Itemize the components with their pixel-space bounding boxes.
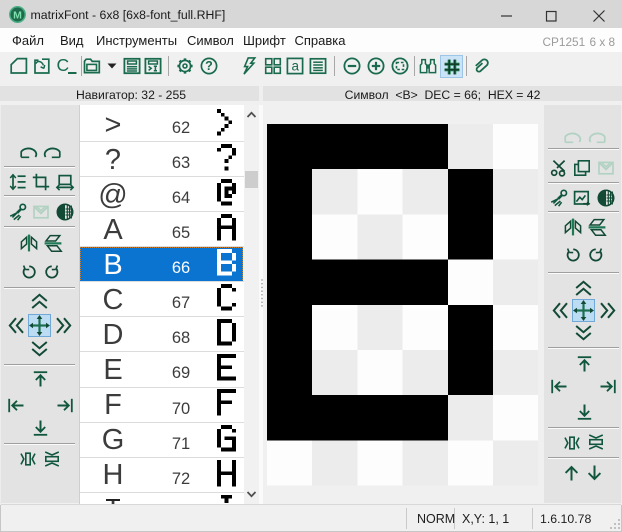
svg-text:?: ?: [205, 59, 213, 73]
svg-text:M: M: [13, 10, 22, 22]
svg-text:a: a: [291, 58, 299, 73]
